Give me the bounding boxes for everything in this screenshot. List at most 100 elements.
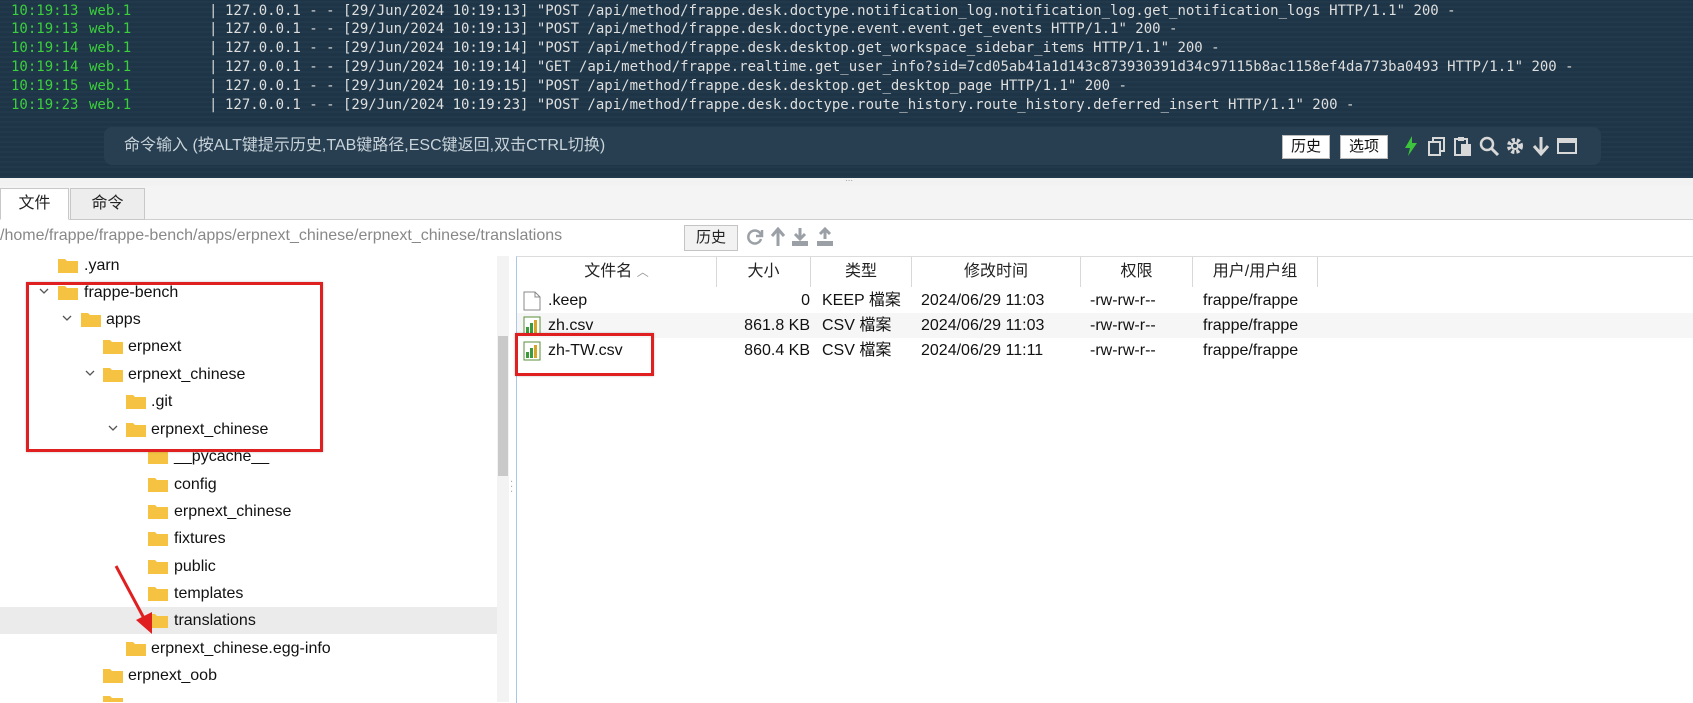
path-bar: /home/frappe/frappe-bench/apps/erpnext_c…: [0, 220, 1693, 252]
command-input-bar[interactable]: 命令输入 (按ALT键提示历史,TAB键路径,ESC键返回,双击CTRL切换) …: [104, 127, 1601, 165]
tree-item-label: .yarn: [84, 257, 120, 274]
annotation-box-file: [515, 333, 654, 376]
annotation-arrow-icon: [114, 565, 152, 634]
lightning-icon[interactable]: [1400, 135, 1422, 157]
log-line: 10:19:14 web.1 | 127.0.0.1 - - [29/Jun/2024…: [11, 58, 1574, 77]
column-header-permissions[interactable]: 权限: [1081, 257, 1193, 287]
file-size: 860.4 KB: [744, 342, 810, 359]
log-separator: |: [209, 21, 218, 37]
terminal-panel[interactable]: 10:19:13 web.1 | 127.0.0.1 - - [29/Jun/2024…: [0, 0, 1693, 178]
maximize-icon[interactable]: [1556, 135, 1578, 157]
log-source: web.1: [89, 78, 132, 94]
folder-icon: [148, 478, 168, 492]
search-icon[interactable]: [1478, 135, 1500, 157]
log-separator: |: [209, 59, 218, 75]
command-input[interactable]: 命令输入 (按ALT键提示历史,TAB键路径,ESC键返回,双击CTRL切换): [124, 127, 605, 165]
log-source: web.1: [89, 3, 132, 19]
tree-item-label: config: [174, 476, 217, 493]
tab-commands[interactable]: 命令: [70, 188, 145, 220]
splitter-grip-icon[interactable]: ⋯: [845, 177, 859, 185]
tree-item-selected[interactable]: translations: [0, 607, 497, 634]
pane-splitter[interactable]: ⋯: [0, 177, 1693, 186]
tree-item-label: fixtures: [174, 530, 226, 547]
folder-icon: [103, 669, 123, 683]
download-icon[interactable]: [1530, 135, 1552, 157]
tree-scrollbar-thumb[interactable]: [498, 336, 508, 476]
tree-item[interactable]: erpnext_chinese: [0, 498, 497, 525]
path-input[interactable]: /home/frappe/frappe-bench/apps/erpnext_c…: [0, 224, 562, 248]
file-type: KEEP 檔案: [822, 292, 901, 309]
log-source: web.1: [89, 40, 132, 56]
file-name: .keep: [548, 292, 588, 309]
copy-icon[interactable]: [1426, 135, 1448, 157]
tree-item[interactable]: public: [0, 553, 497, 580]
log-separator: |: [209, 40, 218, 56]
tab-bar: 文件 命令: [0, 186, 1693, 220]
file-modified: 2024/06/29 11:11: [921, 342, 1044, 359]
tree-item[interactable]: erpnext_oob: [0, 662, 497, 689]
file-row[interactable]: zh-TW.csv 860.4 KB CSV 檔案 2024/06/29 11:…: [517, 338, 1693, 363]
tree-item[interactable]: erpnext_chinese.egg-info: [0, 635, 497, 662]
log-text: 127.0.0.1 - - [29/Jun/2024 10:19:14] "GE…: [225, 59, 1574, 75]
column-header-modified[interactable]: 修改时间: [912, 257, 1081, 287]
file-list[interactable]: 文件名 ︿ 大小 类型 修改时间 权限 用户/用户组 .keep 0 KEEP …: [516, 256, 1693, 703]
file-size: 0: [801, 292, 810, 309]
tree-scrollbar[interactable]: [497, 256, 509, 702]
tree-item[interactable]: fixtures: [0, 525, 497, 552]
pane-resize-grip-icon[interactable]: · · ·: [510, 478, 514, 500]
log-time: 10:19:13: [11, 3, 79, 19]
log-separator: |: [209, 3, 218, 19]
download-icon[interactable]: [790, 227, 810, 247]
paste-icon[interactable]: [1452, 135, 1474, 157]
text-file-icon: [523, 291, 541, 311]
gear-icon[interactable]: [1504, 135, 1526, 157]
log-text: 127.0.0.1 - - [29/Jun/2024 10:19:23] "PO…: [225, 97, 1355, 113]
column-header-size[interactable]: 大小: [717, 257, 811, 287]
folder-icon: [126, 642, 146, 656]
file-permissions: -rw-rw-r--: [1090, 342, 1156, 359]
tab-files[interactable]: 文件: [0, 188, 69, 220]
file-type: CSV 檔案: [822, 342, 892, 359]
tree-item-label: erpnext_oob: [128, 667, 217, 684]
file-owner: frappe/frappe: [1203, 317, 1299, 334]
file-modified: 2024/06/29 11:03: [921, 317, 1045, 334]
tree-item-label: templates: [174, 585, 244, 602]
command-options-button[interactable]: 选项: [1340, 135, 1389, 159]
upload-icon[interactable]: [815, 227, 835, 247]
column-header-name[interactable]: 文件名 ︿: [517, 257, 717, 287]
file-row[interactable]: .keep 0 KEEP 檔案 2024/06/29 11:03 -rw-rw-…: [517, 288, 1693, 313]
tree-item[interactable]: config: [0, 471, 497, 498]
log-line: 10:19:14 web.1 | 127.0.0.1 - - [29/Jun/2024…: [11, 39, 1220, 58]
log-time: 10:19:14: [11, 59, 79, 75]
tree-item[interactable]: templates: [0, 580, 497, 607]
log-line: 10:19:15 web.1 | 127.0.0.1 - - [29/Jun/2024…: [11, 77, 1127, 96]
up-arrow-icon[interactable]: [768, 227, 788, 247]
path-history-button[interactable]: 历史: [684, 225, 738, 251]
annotation-box-tree: [26, 282, 323, 452]
file-row[interactable]: zh.csv 861.8 KB CSV 檔案 2024/06/29 11:03 …: [517, 313, 1693, 338]
log-text: 127.0.0.1 - - [29/Jun/2024 10:19:14] "PO…: [225, 40, 1220, 56]
column-header-label: 文件名: [584, 263, 633, 280]
file-owner: frappe/frappe: [1203, 292, 1299, 309]
tree-item-label: erpnext_chinese.egg-info: [151, 640, 331, 657]
command-history-button[interactable]: 历史: [1282, 135, 1331, 159]
log-source: web.1: [89, 97, 132, 113]
log-text: 127.0.0.1 - - [29/Jun/2024 10:19:13] "PO…: [225, 21, 1178, 37]
tree-item[interactable]: .yarn: [0, 252, 497, 279]
column-header-owner[interactable]: 用户/用户组: [1193, 257, 1318, 287]
log-source: web.1: [89, 21, 132, 37]
sort-ascending-icon: ︿: [636, 265, 649, 279]
tree-item-label: translations: [174, 612, 256, 629]
file-size: 861.8 KB: [744, 317, 810, 334]
refresh-icon[interactable]: [745, 227, 765, 247]
folder-icon: [148, 505, 168, 519]
folder-icon: [58, 259, 78, 273]
tree-item-label: erpnext_chinese: [174, 503, 292, 520]
file-modified: 2024/06/29 11:03: [921, 292, 1045, 309]
file-owner: frappe/frappe: [1203, 342, 1299, 359]
log-time: 10:19:14: [11, 40, 79, 56]
tree-item[interactable]: [0, 689, 497, 702]
column-header-type[interactable]: 类型: [811, 257, 912, 287]
file-permissions: -rw-rw-r--: [1090, 317, 1156, 334]
folder-icon: [103, 696, 123, 702]
